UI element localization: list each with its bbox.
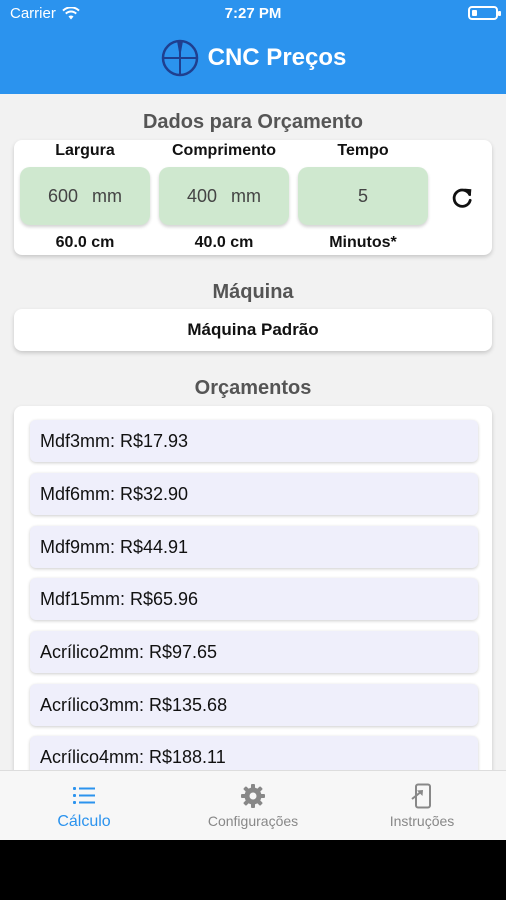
machine-section-title: Máquina [212, 281, 294, 303]
quote-item[interactable]: Mdf6mm: R$32.90 [30, 473, 478, 515]
width-unit: mm [92, 185, 123, 206]
status-bar: Carrier 7:27 PM [0, 0, 506, 28]
budget-section-title: Dados para Orçamento [142, 111, 364, 133]
app-header: Carrier 7:27 PM CNC Preços [0, 0, 506, 94]
quote-item[interactable]: Acrílico3mm: R$135.68 [30, 684, 478, 726]
tab-instrucoes[interactable]: Instruções [338, 771, 506, 840]
tab-instrucoes-label: Instruções [389, 813, 455, 829]
time-label: Tempo [337, 142, 389, 159]
tab-configuracoes[interactable]: Configurações [169, 771, 337, 840]
quotes-section-title: Orçamentos [194, 377, 312, 399]
quote-item[interactable]: Acrílico2mm: R$97.65 [30, 631, 478, 673]
machine-selector[interactable]: Máquina Padrão [14, 309, 492, 351]
machine-selected-label: Máquina Padrão [187, 320, 319, 339]
time-unit-note: Minutos* [329, 234, 397, 251]
length-cm: 40.0 cm [194, 234, 254, 251]
battery-icon [468, 6, 501, 20]
length-label: Comprimento [172, 142, 276, 159]
length-input[interactable]: 400 mm [159, 167, 289, 225]
app-screen: Carrier 7:27 PM CNC Preços Dados para Or… [0, 0, 506, 840]
tab-configuracoes-label: Configurações [207, 813, 299, 829]
width-input[interactable]: 600 mm [20, 167, 150, 225]
width-cm: 60.0 cm [55, 234, 115, 251]
tab-bar: Cálculo Configurações Instruções [0, 770, 506, 840]
status-time: 7:27 PM [224, 5, 282, 22]
length-value: 400 [186, 185, 218, 206]
tab-calculo[interactable]: Cálculo [0, 771, 168, 840]
quote-item[interactable]: Mdf3mm: R$17.93 [30, 420, 478, 462]
title-row: CNC Preços [0, 38, 506, 78]
time-input[interactable]: 5 [298, 167, 428, 225]
cnc-logo-icon [161, 39, 198, 77]
refresh-icon[interactable] [448, 184, 476, 212]
quote-item[interactable]: Mdf15mm: R$65.96 [30, 578, 478, 620]
tab-calculo-label: Cálculo [57, 813, 111, 830]
width-value: 600 [47, 185, 79, 206]
phone-arrow-icon [411, 783, 431, 809]
quote-item[interactable]: Mdf9mm: R$44.91 [30, 526, 478, 568]
list-icon [73, 787, 95, 804]
length-unit: mm [231, 185, 262, 206]
app-title: CNC Preços [207, 44, 347, 71]
width-label: Largura [55, 142, 115, 159]
time-value: 5 [357, 185, 368, 206]
gear-icon [241, 784, 265, 808]
